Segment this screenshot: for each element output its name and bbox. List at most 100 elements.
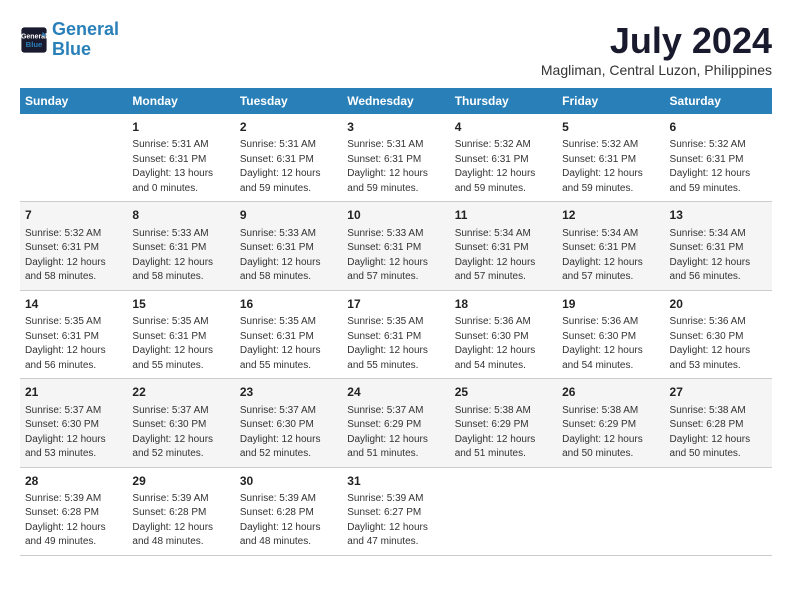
day-info: Sunrise: 5:37 AM Sunset: 6:30 PM Dayligh… (132, 404, 229, 462)
calendar-cell (665, 467, 772, 555)
calendar-cell: 18Sunrise: 5:36 AM Sunset: 6:30 PM Dayli… (450, 290, 557, 378)
day-number: 26 (562, 384, 659, 401)
day-info: Sunrise: 5:35 AM Sunset: 6:31 PM Dayligh… (25, 315, 122, 373)
calendar-header-row: SundayMondayTuesdayWednesdayThursdayFrid… (20, 88, 772, 114)
week-row-5: 28 Sunrise: 5:39 AM Sunset: 6:28 PM Dayli… (20, 467, 772, 555)
day-info: Sunrise: 5:39 AM Sunset: 6:28 PM Dayligh… (240, 492, 337, 550)
calendar-cell: 28 Sunrise: 5:39 AM Sunset: 6:28 PM Dayli… (20, 467, 127, 555)
day-number: 17 (347, 296, 444, 313)
day-info: Sunrise: 5:31 AM Sunset: 6:31 PM Dayligh… (347, 138, 444, 196)
header-cell-friday: Friday (557, 88, 664, 114)
day-number: 14 (25, 296, 122, 313)
header-cell-tuesday: Tuesday (235, 88, 342, 114)
day-info: Sunrise: 5:33 AM Sunset: 6:31 PM Dayligh… (240, 227, 337, 285)
day-info: Sunrise: 5:32 AM Sunset: 6:31 PM Dayligh… (25, 227, 122, 285)
calendar-cell (20, 114, 127, 202)
day-info: Sunrise: 5:31 AM Sunset: 6:31 PM Dayligh… (132, 138, 229, 196)
day-info: Sunrise: 5:35 AM Sunset: 6:31 PM Dayligh… (132, 315, 229, 373)
calendar-cell: 22 Sunrise: 5:37 AM Sunset: 6:30 PM Dayli… (127, 379, 234, 467)
header-cell-wednesday: Wednesday (342, 88, 449, 114)
calendar-cell: 31 Sunrise: 5:39 AM Sunset: 6:27 PM Dayli… (342, 467, 449, 555)
day-info: Sunrise: 5:36 AM Sunset: 6:30 PM Dayligh… (455, 315, 552, 373)
calendar-cell: 20Sunrise: 5:36 AM Sunset: 6:30 PM Dayli… (665, 290, 772, 378)
day-number: 2 (240, 119, 337, 136)
day-info: Sunrise: 5:39 AM Sunset: 6:28 PM Dayligh… (132, 492, 229, 550)
day-number: 7 (25, 207, 122, 224)
day-number: 16 (240, 296, 337, 313)
day-info: Sunrise: 5:33 AM Sunset: 6:31 PM Dayligh… (347, 227, 444, 285)
day-info: Sunrise: 5:37 AM Sunset: 6:29 PM Dayligh… (347, 404, 444, 462)
main-title: July 2024 (541, 20, 772, 62)
week-row-1: 1 Sunrise: 5:31 AM Sunset: 6:31 PM Daylig… (20, 114, 772, 202)
calendar-cell: 1 Sunrise: 5:31 AM Sunset: 6:31 PM Daylig… (127, 114, 234, 202)
day-number: 28 (25, 473, 122, 490)
day-number: 30 (240, 473, 337, 490)
day-number: 15 (132, 296, 229, 313)
day-number: 9 (240, 207, 337, 224)
title-block: July 2024 Magliman, Central Luzon, Phili… (541, 20, 772, 78)
calendar-cell: 16 Sunrise: 5:35 AM Sunset: 6:31 PM Dayli… (235, 290, 342, 378)
calendar-cell: 6 Sunrise: 5:32 AM Sunset: 6:31 PM Daylig… (665, 114, 772, 202)
day-number: 1 (132, 119, 229, 136)
calendar-cell: 26Sunrise: 5:38 AM Sunset: 6:29 PM Dayli… (557, 379, 664, 467)
day-info: Sunrise: 5:35 AM Sunset: 6:31 PM Dayligh… (240, 315, 337, 373)
day-number: 10 (347, 207, 444, 224)
logo: General Blue GeneralBlue (20, 20, 119, 60)
calendar-cell: 13Sunrise: 5:34 AM Sunset: 6:31 PM Dayli… (665, 202, 772, 290)
day-info: Sunrise: 5:37 AM Sunset: 6:30 PM Dayligh… (25, 404, 122, 462)
week-row-4: 21 Sunrise: 5:37 AM Sunset: 6:30 PM Dayli… (20, 379, 772, 467)
day-info: Sunrise: 5:33 AM Sunset: 6:31 PM Dayligh… (132, 227, 229, 285)
day-number: 24 (347, 384, 444, 401)
day-info: Sunrise: 5:39 AM Sunset: 6:28 PM Dayligh… (25, 492, 122, 550)
calendar-cell: 23Sunrise: 5:37 AM Sunset: 6:30 PM Dayli… (235, 379, 342, 467)
day-info: Sunrise: 5:32 AM Sunset: 6:31 PM Dayligh… (562, 138, 659, 196)
day-number: 22 (132, 384, 229, 401)
header-cell-thursday: Thursday (450, 88, 557, 114)
calendar-cell: 8 Sunrise: 5:33 AM Sunset: 6:31 PM Daylig… (127, 202, 234, 290)
day-info: Sunrise: 5:32 AM Sunset: 6:31 PM Dayligh… (670, 138, 767, 196)
calendar-cell: 24 Sunrise: 5:37 AM Sunset: 6:29 PM Dayli… (342, 379, 449, 467)
day-info: Sunrise: 5:34 AM Sunset: 6:31 PM Dayligh… (670, 227, 767, 285)
day-info: Sunrise: 5:31 AM Sunset: 6:31 PM Dayligh… (240, 138, 337, 196)
day-number: 27 (670, 384, 767, 401)
header-cell-monday: Monday (127, 88, 234, 114)
day-number: 8 (132, 207, 229, 224)
day-info: Sunrise: 5:38 AM Sunset: 6:28 PM Dayligh… (670, 404, 767, 462)
calendar-cell: 14 Sunrise: 5:35 AM Sunset: 6:31 PM Dayli… (20, 290, 127, 378)
day-number: 4 (455, 119, 552, 136)
day-info: Sunrise: 5:36 AM Sunset: 6:30 PM Dayligh… (562, 315, 659, 373)
calendar-cell: 9 Sunrise: 5:33 AM Sunset: 6:31 PM Daylig… (235, 202, 342, 290)
calendar-cell (450, 467, 557, 555)
day-number: 11 (455, 207, 552, 224)
day-number: 21 (25, 384, 122, 401)
calendar-cell: 2 Sunrise: 5:31 AM Sunset: 6:31 PM Daylig… (235, 114, 342, 202)
day-number: 6 (670, 119, 767, 136)
calendar-cell: 17 Sunrise: 5:35 AM Sunset: 6:31 PM Dayli… (342, 290, 449, 378)
calendar-cell: 10 Sunrise: 5:33 AM Sunset: 6:31 PM Dayli… (342, 202, 449, 290)
calendar-cell: 3 Sunrise: 5:31 AM Sunset: 6:31 PM Daylig… (342, 114, 449, 202)
day-info: Sunrise: 5:39 AM Sunset: 6:27 PM Dayligh… (347, 492, 444, 550)
logo-text: GeneralBlue (52, 20, 119, 60)
day-number: 19 (562, 296, 659, 313)
calendar-body: 1 Sunrise: 5:31 AM Sunset: 6:31 PM Daylig… (20, 114, 772, 555)
header-cell-saturday: Saturday (665, 88, 772, 114)
calendar-cell: 25 Sunrise: 5:38 AM Sunset: 6:29 PM Dayli… (450, 379, 557, 467)
week-row-2: 7 Sunrise: 5:32 AM Sunset: 6:31 PM Daylig… (20, 202, 772, 290)
calendar-cell: 4 Sunrise: 5:32 AM Sunset: 6:31 PM Daylig… (450, 114, 557, 202)
svg-text:Blue: Blue (26, 40, 43, 49)
week-row-3: 14 Sunrise: 5:35 AM Sunset: 6:31 PM Dayli… (20, 290, 772, 378)
header-cell-sunday: Sunday (20, 88, 127, 114)
day-info: Sunrise: 5:34 AM Sunset: 6:31 PM Dayligh… (455, 227, 552, 285)
day-info: Sunrise: 5:38 AM Sunset: 6:29 PM Dayligh… (455, 404, 552, 462)
calendar-table: SundayMondayTuesdayWednesdayThursdayFrid… (20, 88, 772, 556)
calendar-cell: 30 Sunrise: 5:39 AM Sunset: 6:28 PM Dayli… (235, 467, 342, 555)
calendar-cell: 15 Sunrise: 5:35 AM Sunset: 6:31 PM Dayli… (127, 290, 234, 378)
calendar-cell: 27 Sunrise: 5:38 AM Sunset: 6:28 PM Dayli… (665, 379, 772, 467)
day-info: Sunrise: 5:32 AM Sunset: 6:31 PM Dayligh… (455, 138, 552, 196)
calendar-cell: 19 Sunrise: 5:36 AM Sunset: 6:30 PM Dayli… (557, 290, 664, 378)
day-number: 31 (347, 473, 444, 490)
day-info: Sunrise: 5:35 AM Sunset: 6:31 PM Dayligh… (347, 315, 444, 373)
day-number: 3 (347, 119, 444, 136)
day-number: 25 (455, 384, 552, 401)
calendar-cell: 7 Sunrise: 5:32 AM Sunset: 6:31 PM Daylig… (20, 202, 127, 290)
